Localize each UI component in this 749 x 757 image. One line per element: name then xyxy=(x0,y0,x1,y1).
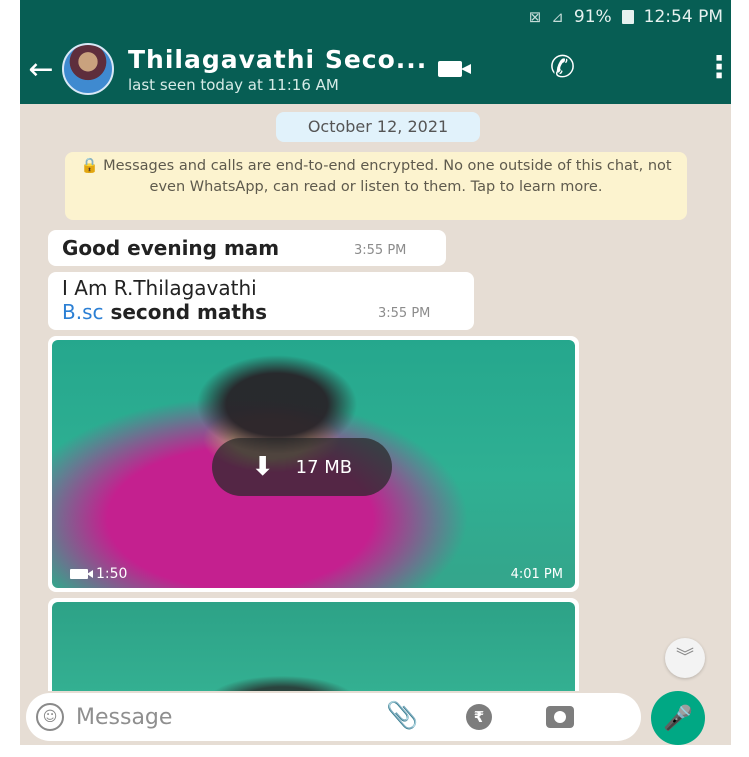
message-input-box: ☺ 📎 ₹ xyxy=(26,693,641,741)
back-arrow-icon[interactable]: ← xyxy=(22,52,60,87)
chat-header: ← Thilagavathi Seco... last seen today a… xyxy=(20,34,731,104)
duration-text: 1:50 xyxy=(96,566,128,582)
mic-icon[interactable]: 🎤 xyxy=(651,691,705,745)
attach-icon[interactable]: 📎 xyxy=(386,701,418,731)
clock: 12:54 PM xyxy=(643,7,723,27)
message-time: 3:55 PM xyxy=(354,243,407,258)
download-button[interactable]: ⬇ 17 MB xyxy=(212,438,392,496)
message-link[interactable]: B.sc xyxy=(62,300,104,324)
battery-icon xyxy=(621,10,634,24)
chat-area[interactable]: October 12, 2021 🔒 Messages and calls ar… xyxy=(20,104,731,745)
contact-name: Thilagavathi Seco... xyxy=(128,44,428,74)
rupee-payment-icon[interactable]: ₹ xyxy=(466,704,492,730)
message-bubble[interactable]: Good evening mam 3:55 PM xyxy=(48,230,446,266)
message-input[interactable] xyxy=(76,699,336,735)
video-message[interactable]: ⬇ 17 MB 1:50 4:01 PM xyxy=(48,336,579,592)
message-bubble[interactable]: I Am R.Thilagavathi B.sc second maths 3:… xyxy=(48,272,474,330)
battery-percent: 91% xyxy=(573,7,612,27)
emoji-icon[interactable]: ☺ xyxy=(36,703,64,731)
signal-icon: ⊿ xyxy=(551,8,564,26)
video-camera-icon xyxy=(70,569,93,579)
download-size: 17 MB xyxy=(295,456,353,478)
scroll-down-icon[interactable]: ︾ xyxy=(665,638,705,678)
encryption-text: 🔒 Messages and calls are end-to-end encr… xyxy=(80,158,672,195)
message-time: 4:01 PM xyxy=(510,567,563,582)
contact-avatar[interactable] xyxy=(62,43,114,95)
status-bar: ⊠ ⊿ 91% 12:54 PM xyxy=(20,0,731,34)
message-text-rest: second maths xyxy=(103,300,268,324)
message-text-line1: I Am R.Thilagavathi xyxy=(62,276,257,300)
date-separator: October 12, 2021 xyxy=(276,112,480,142)
last-seen-status: last seen today at 11:16 AM xyxy=(128,75,339,94)
download-icon: ⬇ xyxy=(251,452,274,482)
camera-icon[interactable] xyxy=(546,706,574,728)
message-text-line2: B.sc second maths xyxy=(62,300,267,324)
voice-call-icon[interactable]: ✆ xyxy=(550,50,575,85)
whatsapp-screen: ⊠ ⊿ 91% 12:54 PM ← Thilagavathi Seco... … xyxy=(20,0,731,745)
composer-bar: ☺ 📎 ₹ 🎤 xyxy=(20,691,731,745)
sim-icon: ⊠ xyxy=(528,8,542,26)
video-duration: 1:50 xyxy=(70,566,127,582)
encryption-notice[interactable]: 🔒 Messages and calls are end-to-end encr… xyxy=(65,152,687,220)
contact-info[interactable]: Thilagavathi Seco... last seen today at … xyxy=(128,45,458,94)
message-time: 3:55 PM xyxy=(378,306,431,321)
message-text: Good evening mam xyxy=(62,236,280,260)
video-thumbnail[interactable]: ⬇ 17 MB 1:50 4:01 PM xyxy=(52,340,575,588)
more-options-icon[interactable]: ⋮ xyxy=(704,50,731,85)
